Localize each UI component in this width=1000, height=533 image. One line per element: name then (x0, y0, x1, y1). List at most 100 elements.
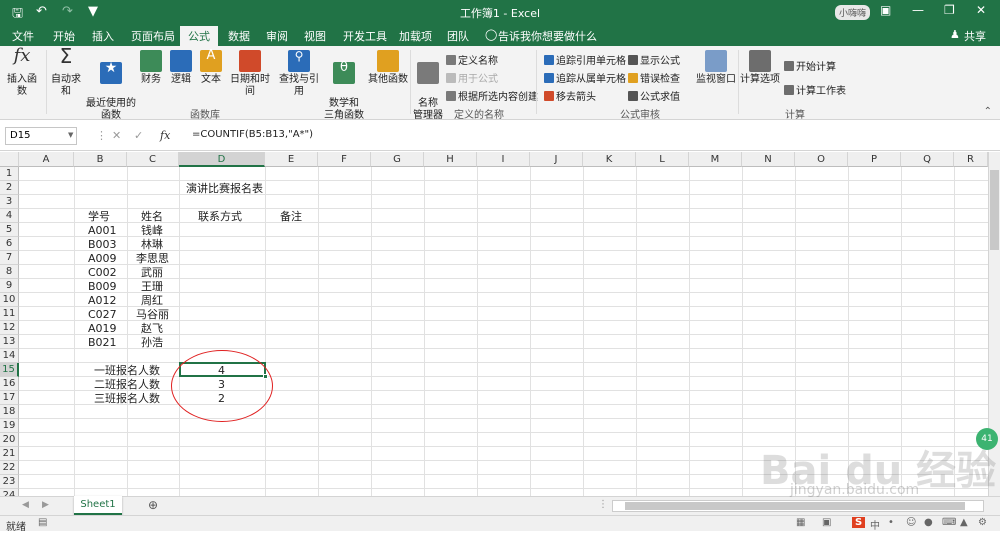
tab-page-layout[interactable]: 页面布局 (131, 28, 175, 44)
tab-team[interactable]: 团队 (447, 28, 469, 44)
create-from-selection-button[interactable]: 根据所选内容创建 (446, 88, 538, 103)
class-count-label[interactable]: 一班报名人数 (94, 364, 160, 377)
cell-name[interactable]: 孙浩 (141, 336, 163, 349)
recently-used-button[interactable]: ★ 最近使用的 函数 (86, 50, 136, 122)
row-header[interactable]: 2 (0, 181, 19, 195)
autosum-button[interactable]: Σ 自动求和 (48, 46, 84, 98)
tab-view[interactable]: 视图 (304, 28, 326, 44)
minimize-icon[interactable]: — (912, 3, 924, 17)
text-button[interactable]: A 文本 (198, 49, 224, 86)
cell-student-id[interactable]: B021 (88, 336, 117, 349)
column-header[interactable]: H (424, 152, 477, 167)
tab-addins[interactable]: 加载项 (399, 28, 432, 44)
column-header[interactable]: K (583, 152, 636, 167)
row-header[interactable]: 13 (0, 335, 19, 349)
sheet-title[interactable]: 演讲比赛报名表 (186, 182, 263, 195)
share-icon[interactable]: ♟ (950, 28, 960, 41)
row-header[interactable]: 4 (0, 209, 19, 223)
column-header[interactable]: E (265, 152, 318, 167)
name-box[interactable]: D15 (5, 127, 77, 145)
ime-mode-icon[interactable]: 中 (870, 517, 880, 532)
cell-student-id[interactable]: B003 (88, 238, 117, 251)
column-header[interactable]: C (127, 152, 179, 167)
punctuation-icon[interactable]: • (888, 517, 894, 528)
horizontal-scrollbar[interactable] (612, 500, 984, 512)
cell-student-id[interactable]: A019 (88, 322, 117, 335)
use-in-formula-button[interactable]: 用于公式 (446, 70, 498, 85)
math-trig-button[interactable]: θ 数学和 三角函数 (322, 50, 366, 122)
calculation-options-button[interactable]: 计算选项 (740, 50, 780, 86)
column-header[interactable]: J (530, 152, 583, 167)
row-header[interactable]: 18 (0, 405, 19, 419)
logical-button[interactable]: 逻辑 (168, 50, 194, 86)
skin-icon[interactable]: ▲ (960, 517, 968, 528)
column-header[interactable]: B (74, 152, 127, 167)
more-functions-button[interactable]: 其他函数 (368, 50, 408, 86)
cell-student-id[interactable]: C002 (88, 266, 117, 279)
tab-file[interactable]: 文件 (12, 28, 34, 44)
cell-student-id[interactable]: C027 (88, 308, 117, 321)
header-name[interactable]: 姓名 (141, 210, 163, 223)
cell-name[interactable]: 马谷丽 (136, 308, 169, 321)
row-header[interactable]: 12 (0, 321, 19, 335)
cell-name[interactable]: 林琳 (141, 238, 163, 251)
row-header[interactable]: 7 (0, 251, 19, 265)
tab-formulas[interactable]: 公式 (180, 26, 218, 46)
insert-function-button[interactable]: fx 插入函数 (4, 47, 40, 98)
column-header[interactable]: D (179, 152, 265, 167)
normal-view-icon[interactable]: ▦ (796, 517, 805, 528)
header-student-id[interactable]: 学号 (88, 210, 110, 223)
restore-icon[interactable]: ❐ (944, 3, 955, 17)
cell-name[interactable]: 钱峰 (141, 224, 163, 237)
insert-function-icon[interactable]: fx (160, 129, 170, 142)
row-header[interactable]: 5 (0, 223, 19, 237)
settings-icon[interactable]: ⚙ (978, 517, 987, 528)
cell-name[interactable]: 李思思 (136, 252, 169, 265)
column-header[interactable]: A (19, 152, 74, 167)
column-header[interactable]: Q (901, 152, 954, 167)
macro-record-icon[interactable]: ▤ (38, 517, 47, 528)
trace-dependents-button[interactable]: 追踪从属单元格 (544, 70, 626, 85)
name-manager-button[interactable]: 名称 管理器 (412, 50, 444, 122)
scroll-thumb[interactable] (625, 502, 965, 510)
mic-icon[interactable]: ● (924, 517, 933, 528)
page-layout-view-icon[interactable]: ▣ (822, 517, 831, 528)
class-count-label[interactable]: 二班报名人数 (94, 378, 160, 391)
column-header[interactable]: P (848, 152, 901, 167)
share-button[interactable]: 共享 (964, 28, 986, 44)
column-header[interactable]: G (371, 152, 424, 167)
cell-student-id[interactable]: A009 (88, 252, 117, 265)
row-header[interactable]: 3 (0, 195, 19, 209)
cell-student-id[interactable]: B009 (88, 280, 117, 293)
row-header[interactable]: 10 (0, 293, 19, 307)
date-time-button[interactable]: 日期和时间 (226, 50, 274, 98)
row-header[interactable]: 1 (0, 167, 19, 181)
row-header[interactable]: 6 (0, 237, 19, 251)
header-contact[interactable]: 联系方式 (198, 210, 242, 223)
row-header[interactable]: 15 (0, 363, 19, 377)
row-header[interactable]: 11 (0, 307, 19, 321)
enter-icon[interactable]: ✓ (134, 129, 143, 142)
show-formulas-button[interactable]: 显示公式 (628, 52, 680, 67)
watch-window-button[interactable]: 监视窗口 (696, 50, 736, 86)
row-header[interactable]: 16 (0, 377, 19, 391)
header-note[interactable]: 备注 (280, 210, 302, 223)
row-header[interactable]: 22 (0, 461, 19, 475)
tab-home[interactable]: 开始 (53, 28, 75, 44)
evaluate-formula-button[interactable]: 公式求值 (628, 88, 680, 103)
user-badge[interactable]: 小嗨嗨 (835, 5, 871, 20)
row-header[interactable]: 23 (0, 475, 19, 489)
column-header[interactable]: R (954, 152, 988, 167)
row-header[interactable]: 19 (0, 419, 19, 433)
cancel-icon[interactable]: ✕ (112, 129, 121, 142)
cell-student-id[interactable]: A001 (88, 224, 117, 237)
row-header[interactable]: 14 (0, 349, 19, 363)
class-count-label[interactable]: 三班报名人数 (94, 392, 160, 405)
sheet-tab-sheet1[interactable]: Sheet1 (74, 496, 122, 515)
scroll-thumb[interactable] (990, 170, 999, 250)
cell-name[interactable]: 武丽 (141, 266, 163, 279)
trace-precedents-button[interactable]: 追踪引用单元格 (544, 52, 626, 67)
lookup-reference-button[interactable]: ⚲ 查找与引用 (276, 50, 322, 98)
calculate-sheet-button[interactable]: 计算工作表 (784, 82, 846, 97)
tab-insert[interactable]: 插入 (92, 28, 114, 44)
